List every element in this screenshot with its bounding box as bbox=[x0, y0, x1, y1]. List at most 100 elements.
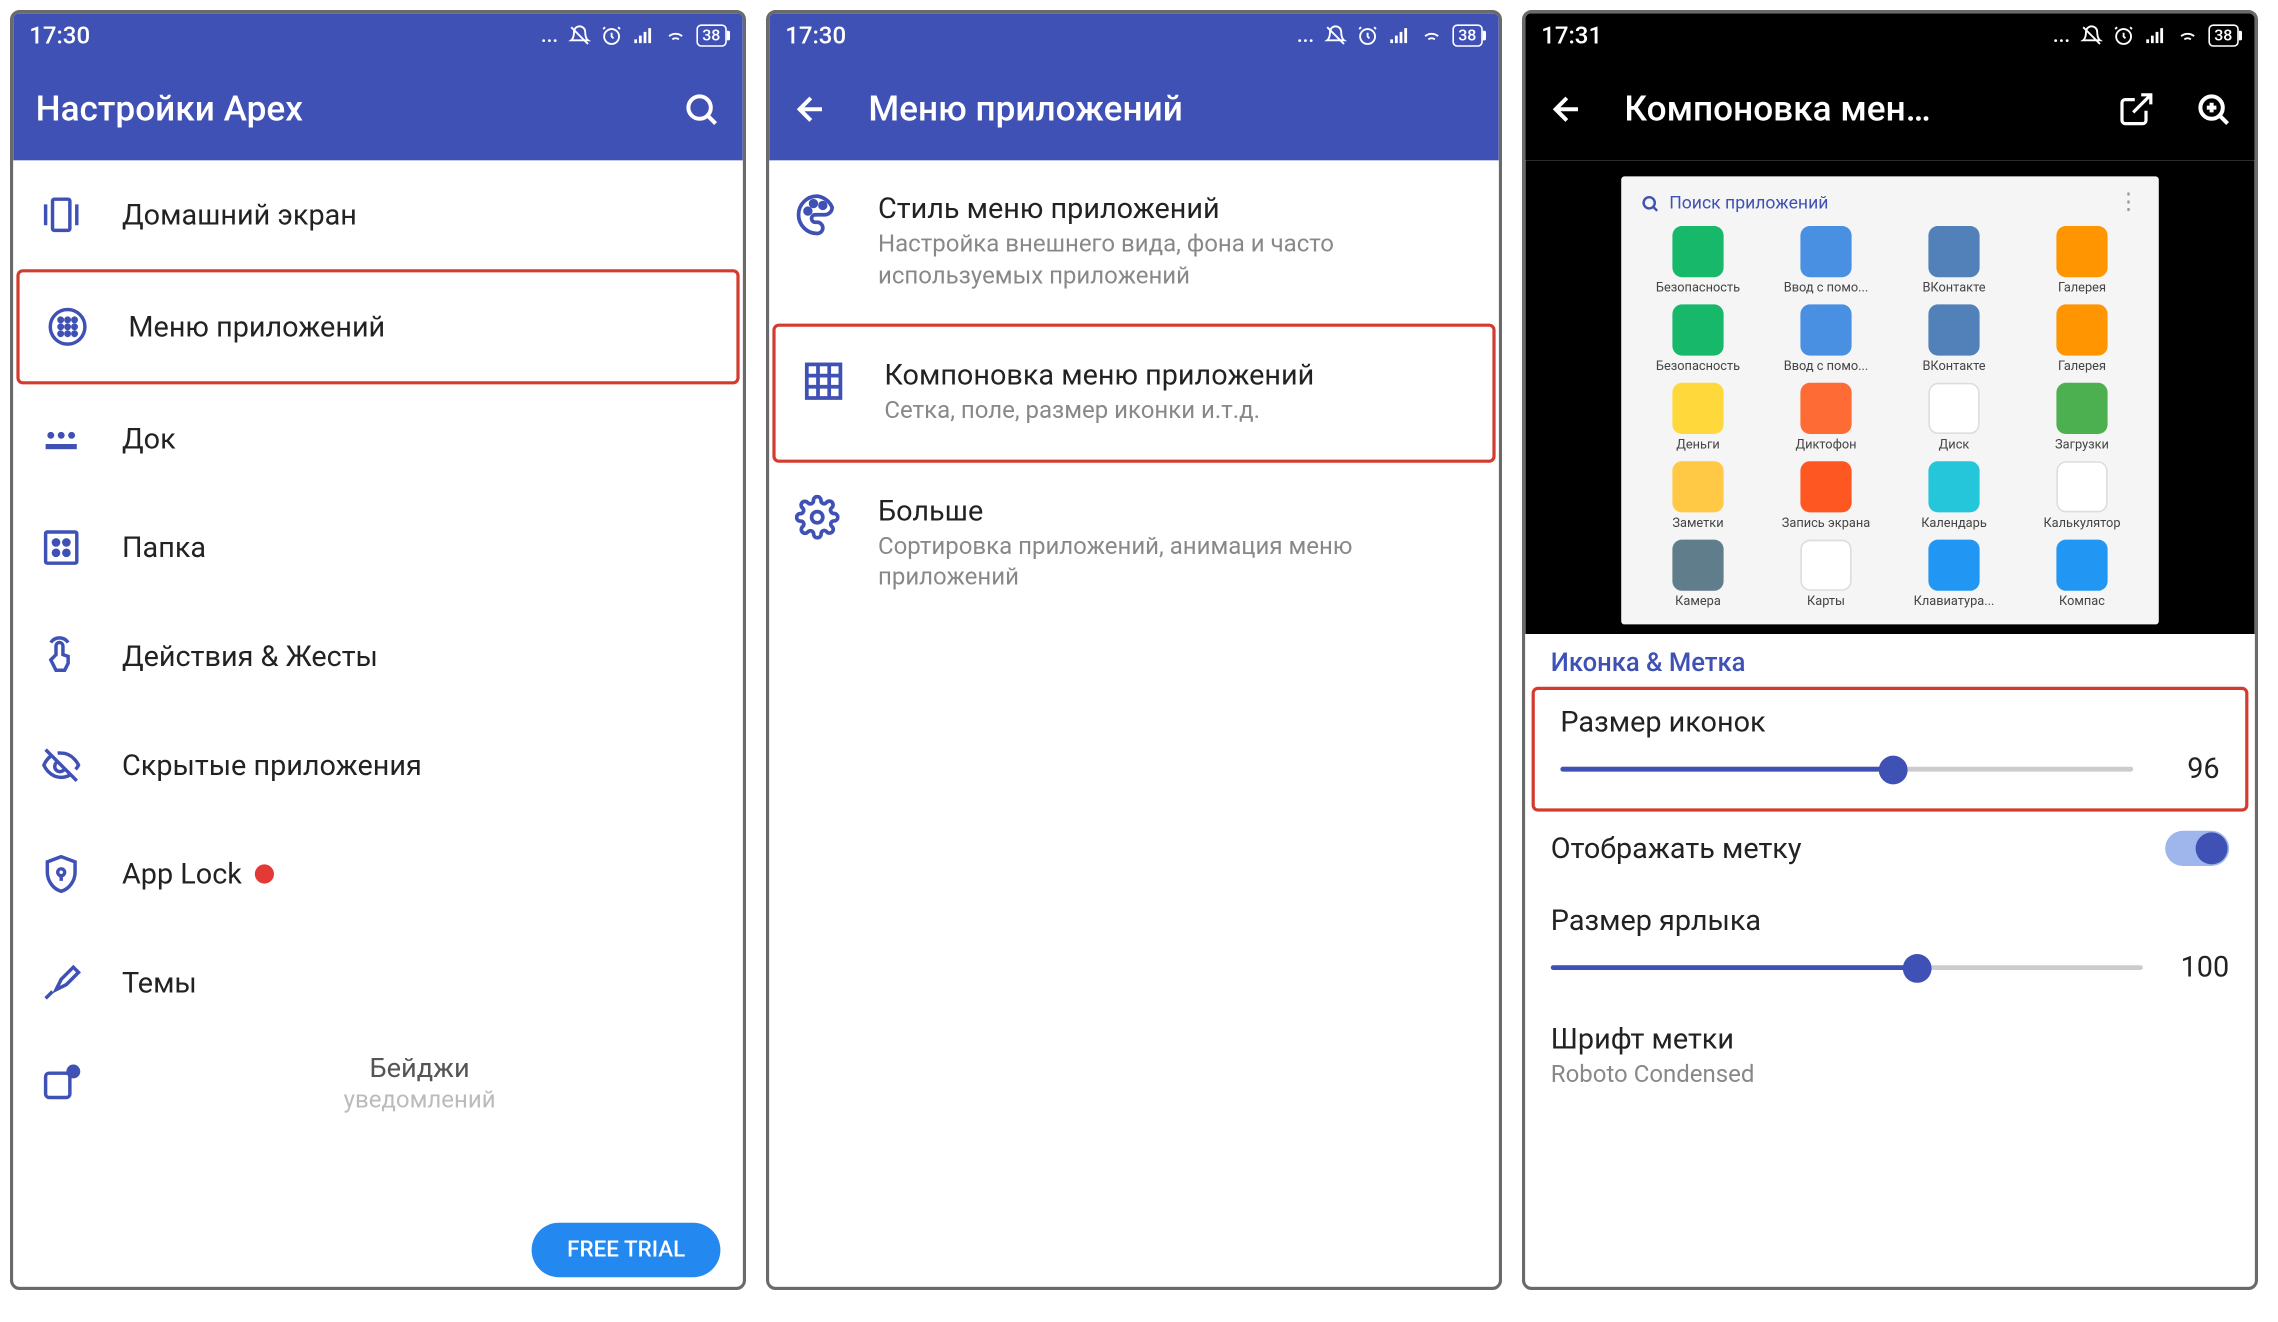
app-icon bbox=[1672, 540, 1723, 591]
item-label: Домашний экран bbox=[122, 198, 357, 232]
preview-app-cell: ВКонтакте bbox=[1893, 304, 2015, 373]
zoom-in-icon[interactable] bbox=[2194, 90, 2232, 128]
phone-screen-2: 17:30 ... 38 Меню приложений Стиль меню … bbox=[766, 10, 1502, 1290]
app-label: Калькулятор bbox=[2043, 516, 2120, 530]
app-bar: Меню приложений bbox=[769, 58, 1499, 160]
item-folder[interactable]: Папка bbox=[13, 493, 743, 602]
item-app-lock[interactable]: App Lock bbox=[13, 820, 743, 929]
battery-icon: 38 bbox=[2208, 24, 2239, 46]
signal-icon bbox=[1388, 24, 1410, 46]
signal-icon bbox=[632, 24, 654, 46]
app-label: Безопасность bbox=[1656, 280, 1740, 294]
app-icon bbox=[1928, 540, 1979, 591]
share-icon[interactable] bbox=[2117, 90, 2155, 128]
preview-app-cell: Карты bbox=[1765, 540, 1887, 609]
gestures-icon bbox=[39, 634, 84, 679]
label-size-value: 100 bbox=[2165, 951, 2229, 985]
bell-off-icon bbox=[1324, 24, 1346, 46]
item-hidden-apps[interactable]: Скрытые приложения bbox=[13, 711, 743, 820]
red-dot-indicator bbox=[255, 864, 274, 883]
item-label: Меню приложений bbox=[128, 310, 385, 344]
icon-size-value: 96 bbox=[2156, 752, 2220, 786]
preview-panel: Поиск приложений ⋮ Безопасность Ввод с по… bbox=[1621, 176, 2159, 624]
wifi-icon bbox=[2176, 24, 2198, 46]
preview-app-cell: Калькулятор bbox=[2021, 461, 2143, 530]
wifi-icon bbox=[1420, 24, 1442, 46]
status-time: 17:30 bbox=[29, 21, 90, 50]
app-title: Настройки Apex bbox=[36, 89, 644, 129]
app-icon bbox=[2056, 304, 2107, 355]
badges-sub: уведомлений bbox=[122, 1085, 717, 1114]
label-size-slider[interactable] bbox=[1551, 952, 2143, 984]
item-title: Стиль меню приложений bbox=[878, 192, 1473, 226]
back-icon[interactable] bbox=[1548, 90, 1586, 128]
setting-show-label[interactable]: Отображать метку bbox=[1525, 815, 2255, 889]
show-label-switch[interactable] bbox=[2165, 831, 2229, 866]
app-bar: Компоновка мен… bbox=[1525, 58, 2255, 160]
alarm-icon bbox=[2112, 24, 2134, 46]
preview-search-bar: Поиск приложений ⋮ bbox=[1631, 186, 2149, 220]
app-icon bbox=[1800, 540, 1851, 591]
app-label: Галерея bbox=[2058, 280, 2106, 294]
folder-icon bbox=[39, 525, 84, 570]
app-icon bbox=[1672, 304, 1723, 355]
preview-app-cell: Календарь bbox=[1893, 461, 2015, 530]
item-label: Действия & Жесты bbox=[122, 640, 378, 674]
status-time: 17:30 bbox=[785, 21, 846, 50]
phone-screen-3: 17:31 ... 38 Компоновка мен… Поиск прило… bbox=[1522, 10, 2258, 1290]
search-icon[interactable] bbox=[682, 90, 720, 128]
dock-icon bbox=[39, 416, 84, 461]
item-badges[interactable]: Бейджи уведомлений bbox=[13, 1037, 743, 1120]
app-label: Клавиатура... bbox=[1914, 594, 1995, 608]
setting-value: Roboto Condensed bbox=[1551, 1060, 2229, 1089]
preview-app-cell: Безопасность bbox=[1637, 304, 1759, 373]
item-style[interactable]: Стиль меню приложений Настройка внешнего… bbox=[769, 160, 1499, 323]
item-sub: Сортировка приложений, анимация меню при… bbox=[878, 531, 1473, 593]
free-trial-button[interactable]: FREE TRIAL bbox=[532, 1223, 720, 1277]
preview-app-cell: ВКонтакте bbox=[1893, 226, 2015, 295]
preview-app-cell: Деньги bbox=[1637, 383, 1759, 452]
setting-label: Размер иконок bbox=[1560, 706, 2219, 740]
setting-label: Размер ярлыка bbox=[1551, 904, 2229, 938]
app-label: Карты bbox=[1807, 594, 1845, 608]
item-themes[interactable]: Темы bbox=[13, 928, 743, 1037]
item-dock[interactable]: Док bbox=[13, 384, 743, 493]
app-label: Галерея bbox=[2058, 359, 2106, 373]
app-icon bbox=[1800, 226, 1851, 277]
item-label: Темы bbox=[122, 966, 197, 1000]
item-label: Док bbox=[122, 422, 176, 456]
battery-icon: 38 bbox=[696, 24, 727, 46]
item-layout[interactable]: Компоновка меню приложений Сетка, поле, … bbox=[772, 324, 1495, 462]
item-home-screen[interactable]: Домашний экран bbox=[13, 160, 743, 269]
icon-size-slider[interactable] bbox=[1560, 753, 2133, 785]
app-icon bbox=[1672, 226, 1723, 277]
setting-label-font[interactable]: Шрифт метки Roboto Condensed bbox=[1525, 1007, 2255, 1111]
alarm-icon bbox=[1356, 24, 1378, 46]
app-label: Загрузки bbox=[2055, 437, 2109, 451]
status-time: 17:31 bbox=[1541, 21, 1602, 50]
app-label: Заметки bbox=[1672, 516, 1723, 530]
preview-app-cell: Заметки bbox=[1637, 461, 1759, 530]
setting-label: Отображать метку bbox=[1551, 832, 1802, 866]
app-icon bbox=[2056, 383, 2107, 434]
item-app-menu[interactable]: Меню приложений bbox=[16, 269, 739, 384]
item-label: Скрытые приложения bbox=[122, 748, 422, 782]
app-icon bbox=[2056, 540, 2107, 591]
status-bar: 17:30 ... 38 bbox=[13, 13, 743, 58]
app-icon bbox=[1800, 461, 1851, 512]
back-icon[interactable] bbox=[792, 90, 830, 128]
signal-icon bbox=[2144, 24, 2166, 46]
app-label: Ввод с помо... bbox=[1784, 359, 1869, 373]
home-screen-icon bbox=[39, 192, 84, 237]
app-icon bbox=[1672, 461, 1723, 512]
settings-list: Стиль меню приложений Настройка внешнего… bbox=[769, 160, 1499, 1286]
preview-app-cell: Галерея bbox=[2021, 304, 2143, 373]
app-icon bbox=[1928, 226, 1979, 277]
preview-app-cell: Ввод с помо... bbox=[1765, 304, 1887, 373]
item-more[interactable]: Больше Сортировка приложений, анимация м… bbox=[769, 462, 1499, 625]
phone-screen-1: 17:30 ... 38 Настройки Apex bbox=[10, 10, 746, 1290]
item-label: Папка bbox=[122, 531, 206, 565]
item-gestures[interactable]: Действия & Жесты bbox=[13, 602, 743, 711]
app-menu-icon bbox=[45, 304, 90, 349]
status-icons: ... 38 bbox=[541, 24, 727, 48]
